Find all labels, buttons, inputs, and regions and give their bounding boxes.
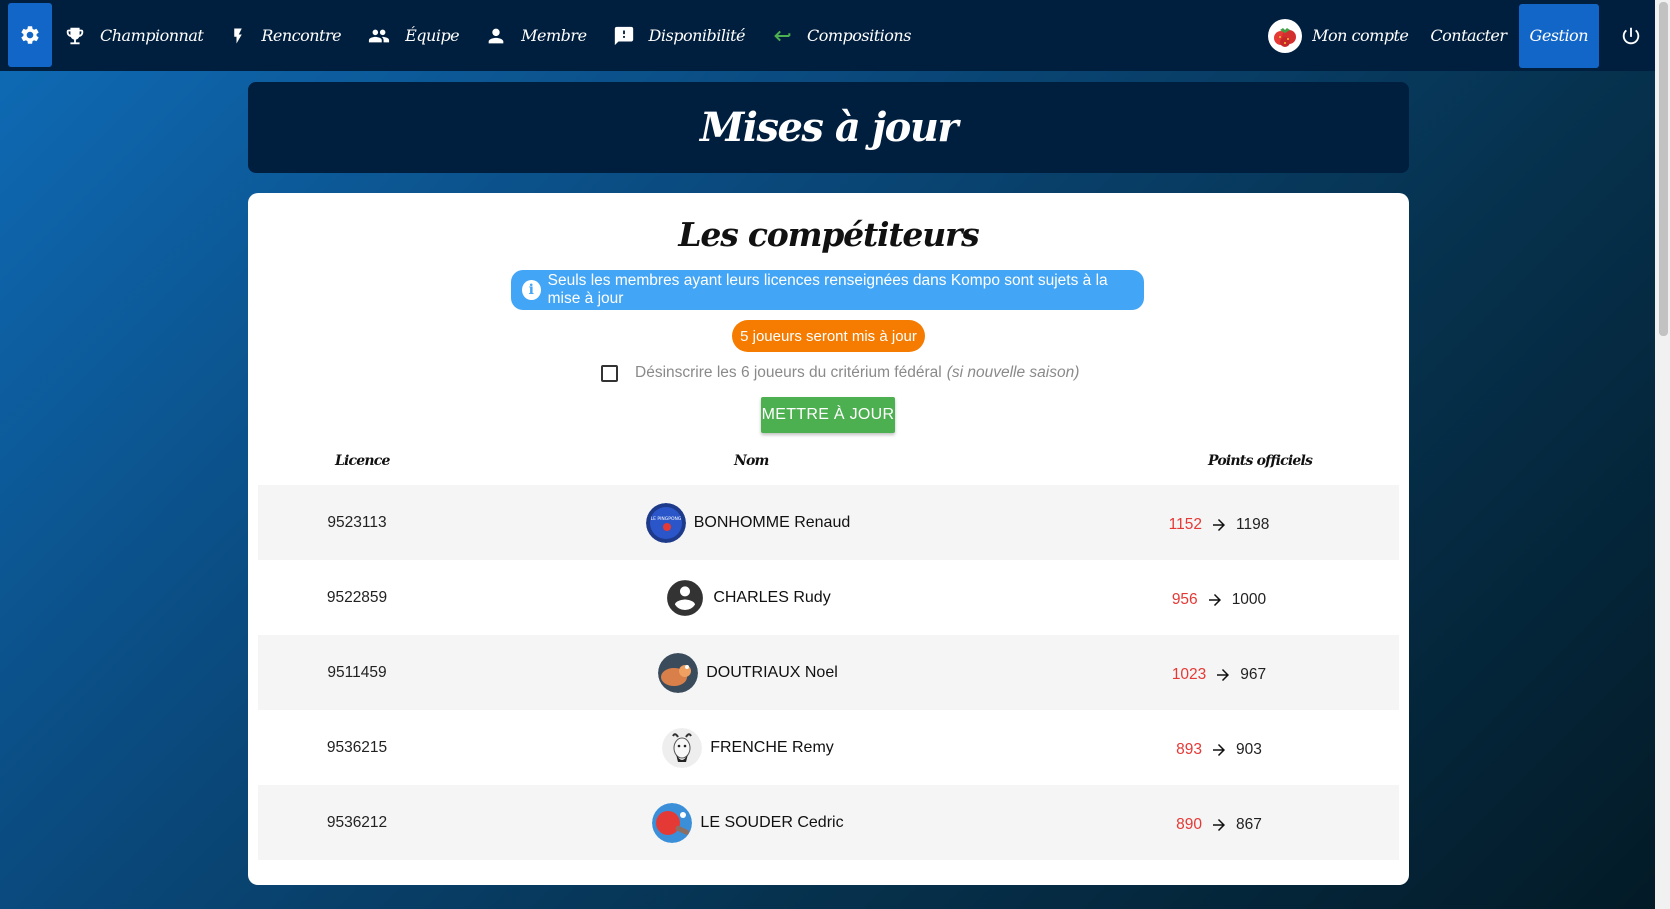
photo-avatar — [658, 652, 699, 693]
table-row: 9511459 DOUTRIAUX Noel 1023 967 — [258, 635, 1399, 710]
header-licence: Licence — [335, 453, 390, 469]
name-cell: DOUTRIAUX Noel — [456, 635, 1040, 710]
main-menu: Championnat Rencontre Équipe Membre Disp… — [64, 0, 937, 71]
licence-cell: 9536212 — [326, 814, 388, 831]
old-points: 893 — [1176, 740, 1202, 758]
nav-rencontre-label: Rencontre — [261, 26, 342, 45]
licence-cell: 9536215 — [326, 739, 388, 756]
old-points: 1023 — [1171, 665, 1207, 683]
nav-disponibilite[interactable]: Disponibilité — [613, 0, 746, 71]
logout-button[interactable] — [1607, 0, 1655, 71]
name-cell: FRENCHE Remy — [456, 710, 1040, 785]
account-menu: Mon compte Contacter Gestion — [1268, 0, 1655, 71]
licence-cell: 9511459 — [327, 664, 387, 681]
licence-cell: 9522859 — [326, 589, 388, 606]
arrow-right-icon — [1210, 741, 1228, 759]
table-row: 9536215 FRENCHE Remy 893 903 — [258, 710, 1399, 785]
points-cell: 1152 1198 — [1040, 485, 1398, 560]
settings-button[interactable] — [8, 3, 52, 67]
default-user-avatar — [665, 578, 705, 618]
strawberry-icon — [1274, 27, 1297, 47]
scrollbar-thumb[interactable] — [1659, 2, 1668, 336]
new-points: 967 — [1240, 665, 1267, 683]
top-navbar: Championnat Rencontre Équipe Membre Disp… — [0, 0, 1655, 71]
nav-rencontre[interactable]: Rencontre — [229, 0, 342, 71]
arrow-back-icon — [774, 30, 791, 41]
arrow-right-icon — [1206, 591, 1224, 609]
nav-mon-compte[interactable]: Mon compte — [1268, 0, 1409, 71]
info-icon: i — [522, 280, 541, 300]
account-avatar — [1268, 18, 1303, 53]
arrow-right-icon — [1210, 816, 1228, 834]
gear-icon — [21, 26, 39, 44]
player-name: LE SOUDER Cedric — [700, 813, 844, 831]
trophy-icon — [66, 27, 84, 44]
paddle-avatar — [652, 802, 693, 843]
competitors-table: 9523113 LE PINGPONG BONHOMME Renaud 1152… — [258, 485, 1399, 860]
points-cell: 956 1000 — [1040, 560, 1398, 635]
unsubscribe-checkbox[interactable] — [601, 364, 618, 382]
nav-membre-label: Membre — [521, 26, 587, 45]
gestion-label: Gestion — [1529, 26, 1589, 45]
nav-gestion[interactable]: Gestion — [1518, 3, 1599, 68]
nav-compositions[interactable]: Compositions — [771, 0, 911, 71]
update-button[interactable]: METTRE À JOUR — [761, 397, 895, 433]
player-name: FRENCHE Remy — [710, 738, 834, 756]
nav-championnat[interactable]: Championnat — [64, 0, 204, 71]
competitors-card: Les compétiteurs i Seuls les membres aya… — [248, 193, 1409, 885]
name-cell: LE PINGPONG BONHOMME Renaud — [456, 485, 1040, 560]
table-row: 9536212 LE SOUDER Cedric 890 867 — [258, 785, 1399, 860]
scrollbar[interactable] — [1655, 0, 1670, 909]
page-title: Mises à jour — [699, 104, 959, 151]
feedback-icon — [614, 26, 633, 45]
points-cell: 893 903 — [1040, 710, 1398, 785]
nav-membre[interactable]: Membre — [485, 0, 587, 71]
name-cell: LE SOUDER Cedric — [456, 785, 1040, 860]
nav-compositions-label: Compositions — [807, 26, 911, 45]
old-points: 956 — [1171, 590, 1198, 608]
new-points: 1000 — [1231, 590, 1267, 608]
player-name: BONHOMME Renaud — [693, 513, 851, 531]
new-points: 1198 — [1236, 515, 1270, 533]
nav-equipe[interactable]: Équipe — [367, 0, 460, 71]
contacter-label: Contacter — [1430, 26, 1507, 45]
checkbox-note: (si nouvelle saison) — [946, 364, 1080, 381]
nav-disponibilite-label: Disponibilité — [648, 26, 746, 45]
group-icon — [369, 29, 390, 42]
header-points: Points officiels — [1208, 453, 1313, 469]
player-name: CHARLES Rudy — [713, 588, 831, 606]
table-row: 9522859 CHARLES Rudy 956 1000 — [258, 560, 1399, 635]
player-name: DOUTRIAUX Noel — [706, 663, 838, 681]
section-title: Les compétiteurs — [678, 215, 979, 254]
goat-avatar — [662, 727, 703, 768]
person-icon — [488, 28, 504, 43]
info-message: Seuls les membres ayant leurs licences r… — [547, 272, 1108, 307]
arrow-right-icon — [1214, 666, 1232, 684]
page-header: Mises à jour — [248, 82, 1409, 173]
table-row: 9523113 LE PINGPONG BONHOMME Renaud 1152… — [258, 485, 1399, 560]
header-nom: Nom — [734, 453, 769, 469]
licence-cell: 9523113 — [327, 514, 387, 531]
pingpong-club-avatar: LE PINGPONG — [645, 502, 686, 543]
info-alert: i Seuls les membres ayant leurs licences… — [511, 270, 1144, 310]
new-points: 903 — [1236, 740, 1262, 758]
mon-compte-label: Mon compte — [1312, 26, 1409, 45]
points-cell: 1023 967 — [1040, 635, 1398, 710]
nav-equipe-label: Équipe — [405, 26, 460, 45]
players-count-badge: 5 joueurs seront mis à jour — [732, 320, 925, 352]
table-header: Licence Nom Points officiels — [258, 445, 1399, 479]
nav-contacter[interactable]: Contacter — [1430, 0, 1507, 71]
arrow-right-icon — [1210, 516, 1228, 534]
points-cell: 890 867 — [1040, 785, 1398, 860]
nav-championnat-label: Championnat — [100, 26, 204, 45]
new-points: 867 — [1236, 815, 1262, 833]
old-points: 890 — [1176, 815, 1202, 833]
lightning-icon — [234, 28, 243, 43]
power-icon — [1622, 27, 1640, 44]
svg-text:LE PINGPONG: LE PINGPONG — [650, 516, 681, 522]
name-cell: CHARLES Rudy — [456, 560, 1040, 635]
checkbox-label: Désinscrire les 6 joueurs du critérium f… — [635, 364, 942, 381]
unsubscribe-criterium-row[interactable]: Désinscrire les 6 joueurs du critérium f… — [601, 364, 1079, 382]
old-points: 1152 — [1168, 515, 1202, 533]
